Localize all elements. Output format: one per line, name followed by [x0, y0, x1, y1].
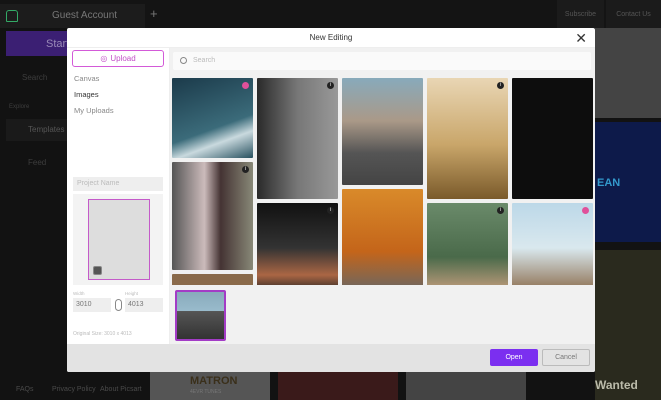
footer-about[interactable]: About Picsart: [100, 386, 142, 393]
canvas-frame: [88, 199, 150, 280]
image-tile[interactable]: [512, 203, 593, 285]
bg-card-ean: EAN: [595, 122, 661, 242]
nav-my-uploads[interactable]: My Uploads: [74, 106, 114, 115]
height-label: Height: [125, 291, 139, 296]
canvas-preview: [73, 194, 163, 285]
bg-card-red: [278, 372, 398, 400]
image-tile[interactable]: i: [257, 78, 338, 199]
dialog-title: New Editing: [67, 28, 595, 48]
info-icon: i: [242, 166, 249, 173]
info-icon: i: [497, 207, 504, 214]
bg-card-trumpet: [406, 372, 526, 400]
account-label: Guest Account: [52, 10, 118, 21]
width-label: Width: [73, 291, 85, 296]
bg-card-wanted: Wanted: [595, 250, 661, 400]
bg-card-matron: MATRON 4EVR TUNES: [150, 372, 270, 400]
left-panel: ◎ Upload Canvas Images My Uploads Projec…: [67, 48, 170, 344]
footer-faqs[interactable]: FAQs: [16, 386, 34, 393]
open-button[interactable]: Open: [490, 349, 538, 366]
top-bar: Guest Account + Subscribe Contact Us: [0, 0, 661, 28]
upload-button[interactable]: ◎ Upload: [72, 50, 164, 67]
close-icon[interactable]: ✕: [575, 31, 587, 45]
image-tile[interactable]: i: [427, 78, 508, 199]
info-icon: i: [497, 82, 504, 89]
sidebar-item-feed[interactable]: Feed: [28, 158, 46, 167]
home-icon[interactable]: [6, 10, 18, 22]
image-tile[interactable]: [342, 189, 423, 285]
bg-card-photo: [595, 28, 661, 118]
matron-subtitle: 4EVR TUNES: [190, 389, 222, 395]
search-input[interactable]: Search: [173, 52, 591, 70]
selected-image-thumbnail[interactable]: [175, 290, 226, 341]
image-tile[interactable]: [172, 274, 253, 285]
image-tile[interactable]: i: [427, 203, 508, 285]
account-tab[interactable]: Guest Account: [0, 4, 145, 28]
resize-icon[interactable]: [93, 266, 102, 275]
upload-label: Upload: [110, 54, 136, 63]
image-tile[interactable]: i: [172, 162, 253, 270]
image-tile[interactable]: [172, 78, 253, 158]
sidebar-search[interactable]: Search: [22, 73, 47, 82]
image-tile[interactable]: [512, 78, 593, 199]
premium-icon: [242, 82, 249, 89]
start-button[interactable]: Start: [6, 31, 76, 56]
cancel-button[interactable]: Cancel: [542, 349, 590, 366]
premium-icon: [582, 207, 589, 214]
footer-privacy[interactable]: Privacy Policy: [52, 386, 96, 393]
dialog-footer: Open Cancel: [67, 344, 595, 372]
matron-title: MATRON: [190, 375, 238, 387]
subscribe-button[interactable]: Subscribe: [557, 0, 604, 28]
project-name-input[interactable]: Project Name: [73, 177, 163, 191]
nav-canvas[interactable]: Canvas: [74, 74, 99, 83]
search-icon: [180, 57, 187, 64]
image-tile[interactable]: [342, 78, 423, 185]
contact-button[interactable]: Contact Us: [606, 0, 661, 28]
height-input[interactable]: 4013: [125, 298, 163, 312]
link-aspect-icon[interactable]: [115, 299, 122, 311]
nav-images[interactable]: Images: [74, 90, 99, 99]
info-icon: i: [327, 82, 334, 89]
original-size: Original Size: 3010 x 4013: [73, 331, 132, 337]
new-tab-button[interactable]: +: [150, 6, 158, 21]
info-icon: i: [327, 207, 334, 214]
sidebar-item-templates[interactable]: Templates: [6, 119, 68, 141]
image-tile[interactable]: i: [257, 203, 338, 285]
image-browser: Search i i i i i: [170, 48, 595, 344]
explore-label: Explore: [9, 104, 30, 110]
new-editing-dialog: New Editing ✕ ◎ Upload Canvas Images My …: [67, 28, 595, 372]
width-input[interactable]: 3010: [73, 298, 111, 312]
image-grid: i i i i i: [170, 78, 595, 285]
upload-icon: ◎: [100, 54, 108, 63]
